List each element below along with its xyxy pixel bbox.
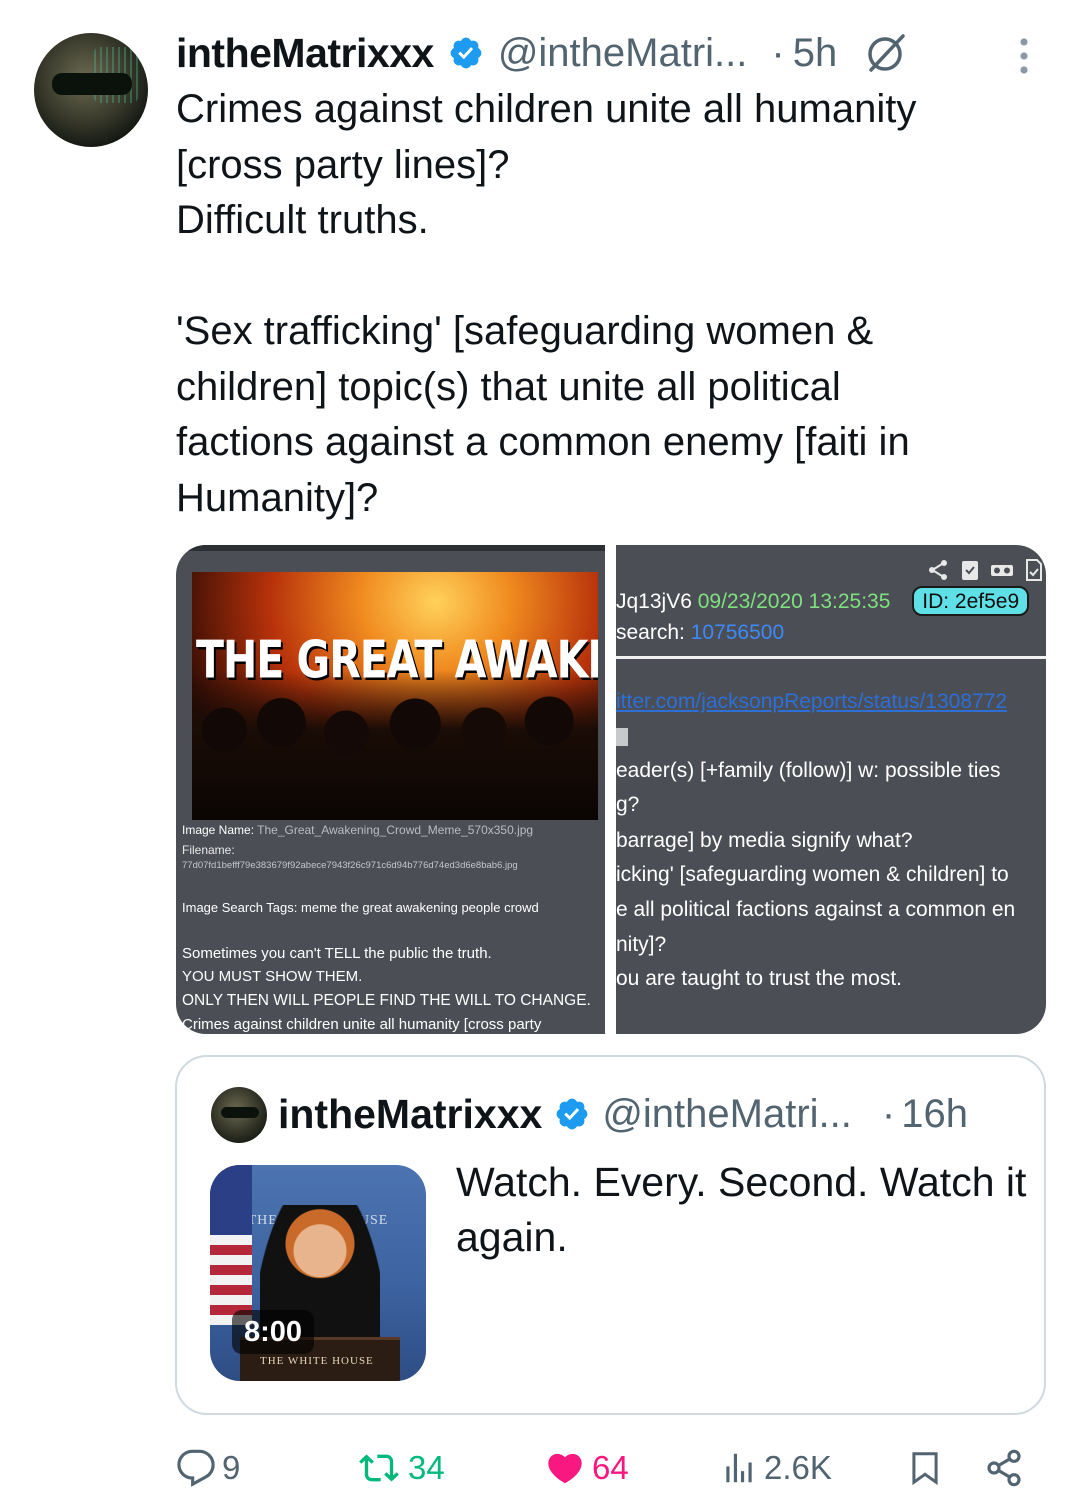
quoted-author-name[interactable]: intheMatrixxx <box>278 1091 542 1138</box>
like-button[interactable]: 64 <box>544 1440 629 1496</box>
verified-badge-icon <box>450 37 482 69</box>
media-line-4: Crimes against children unite all humani… <box>182 1016 542 1033</box>
share-button[interactable] <box>984 1440 1024 1496</box>
document-icon <box>1022 558 1046 582</box>
image-tags-line: Image Search Tags: meme the great awaken… <box>182 900 539 915</box>
grok-icon[interactable] <box>863 30 909 76</box>
post-header: intheMatrixxx @intheMatri... · 5h <box>176 28 909 78</box>
flag-graphic <box>210 1165 252 1325</box>
post-info-line: Jq13jV6 09/23/2020 13:25:35 ID: 2ef5e9 <box>616 586 1046 616</box>
author-name[interactable]: intheMatrixxx <box>176 30 434 77</box>
author-handle[interactable]: @intheMatri... <box>498 31 748 76</box>
reply-button[interactable]: 9 <box>176 1440 240 1496</box>
avatar-glasses <box>221 1107 259 1118</box>
author-avatar[interactable] <box>34 33 148 147</box>
repost-button[interactable]: 34 <box>356 1440 445 1496</box>
avatar-glasses <box>52 73 132 95</box>
repost-count: 34 <box>408 1449 445 1486</box>
media-line-1: Sometimes you can't TELL the public the … <box>182 945 492 962</box>
post-tools <box>926 553 1046 587</box>
quoted-post-header: intheMatrixxx @intheMatri... · 16h <box>278 1088 968 1140</box>
like-icon <box>548 1453 582 1484</box>
separator-dot: · <box>881 1091 896 1136</box>
share-arrow-icon <box>926 558 950 582</box>
media-right-line-4: icking' [safeguarding women & children] … <box>616 863 1009 886</box>
podium-text: THE WHITE HOUSE <box>260 1355 374 1367</box>
separator-dot: · <box>771 30 785 75</box>
media-line-3: ONLY THEN WILL PEOPLE FIND THE WILL TO C… <box>182 992 591 1009</box>
filename-value: 77d07fd1befff79e383679f92abece7943f26c97… <box>182 860 518 871</box>
views-button[interactable]: 2.6K <box>720 1440 832 1496</box>
media-right-line-2: g? <box>616 793 640 816</box>
post-date: 09/23/2020 13:25:35 <box>697 590 891 613</box>
media-image-right[interactable] <box>616 545 1046 1034</box>
media-divider <box>616 656 1046 659</box>
id-badge: ID: 2ef5e9 <box>912 586 1030 616</box>
post-actions: 9 34 64 2.6K <box>0 1440 1080 1496</box>
like-count: 64 <box>592 1449 629 1486</box>
crowd-silhouettes <box>192 670 598 820</box>
document-small-icon <box>616 728 628 746</box>
great-awakening-image: THE GREAT AWAKENING <box>192 572 598 820</box>
glasses-icon <box>990 558 1014 582</box>
reply-count: 9 <box>222 1449 241 1486</box>
media-topbar <box>176 545 605 551</box>
reply-icon <box>177 1449 215 1487</box>
media-right-line-1: eader(s) [+family (follow)] w: possible … <box>616 759 1001 782</box>
media-line-2: YOU MUST SHOW THEM. <box>182 968 363 985</box>
great-awakening-title: THE GREAT AWAKENING <box>196 630 598 690</box>
media-right-line-3: barrage] by media signify what? <box>616 829 913 852</box>
clipboard-icon <box>958 558 982 582</box>
quoted-post-time[interactable]: 16h <box>901 1092 968 1137</box>
post-text: Crimes against children unite all humani… <box>176 87 917 520</box>
views-icon <box>726 1453 752 1483</box>
twitter-link[interactable]: itter.com/jacksonpReports/status/1308772 <box>616 690 1046 714</box>
verified-badge-icon <box>556 1098 588 1130</box>
media-image-left[interactable]: THE GREAT AWAKENING Image Name: The_Grea… <box>176 545 605 1034</box>
search-line: search: 10756500 <box>616 621 785 644</box>
repost-icon <box>359 1454 399 1482</box>
bookmark-icon <box>912 1452 938 1486</box>
quoted-author-handle[interactable]: @intheMatri... <box>602 1092 852 1137</box>
media-right-line-5: e all political factions against a commo… <box>616 898 1016 921</box>
share-icon <box>987 1449 1021 1487</box>
filename-label: Filename: <box>182 843 235 857</box>
media-right-line-6: nity]? <box>616 933 667 956</box>
post-id: Jq13jV6 <box>616 590 692 613</box>
media-right-line-7: ou are taught to trust the most. <box>616 967 902 990</box>
views-count: 2.6K <box>764 1449 832 1486</box>
quoted-post-text: Watch. Every. Second. Watch it again. <box>456 1159 1027 1260</box>
bookmark-button[interactable] <box>906 1440 944 1496</box>
post-time[interactable]: 5h <box>793 31 838 76</box>
image-name-line: Image Name: The_Great_Awakening_Crowd_Me… <box>182 823 534 837</box>
video-duration: 8:00 <box>232 1310 315 1354</box>
quoted-author-avatar[interactable] <box>211 1087 267 1143</box>
more-icon[interactable] <box>1010 36 1038 76</box>
